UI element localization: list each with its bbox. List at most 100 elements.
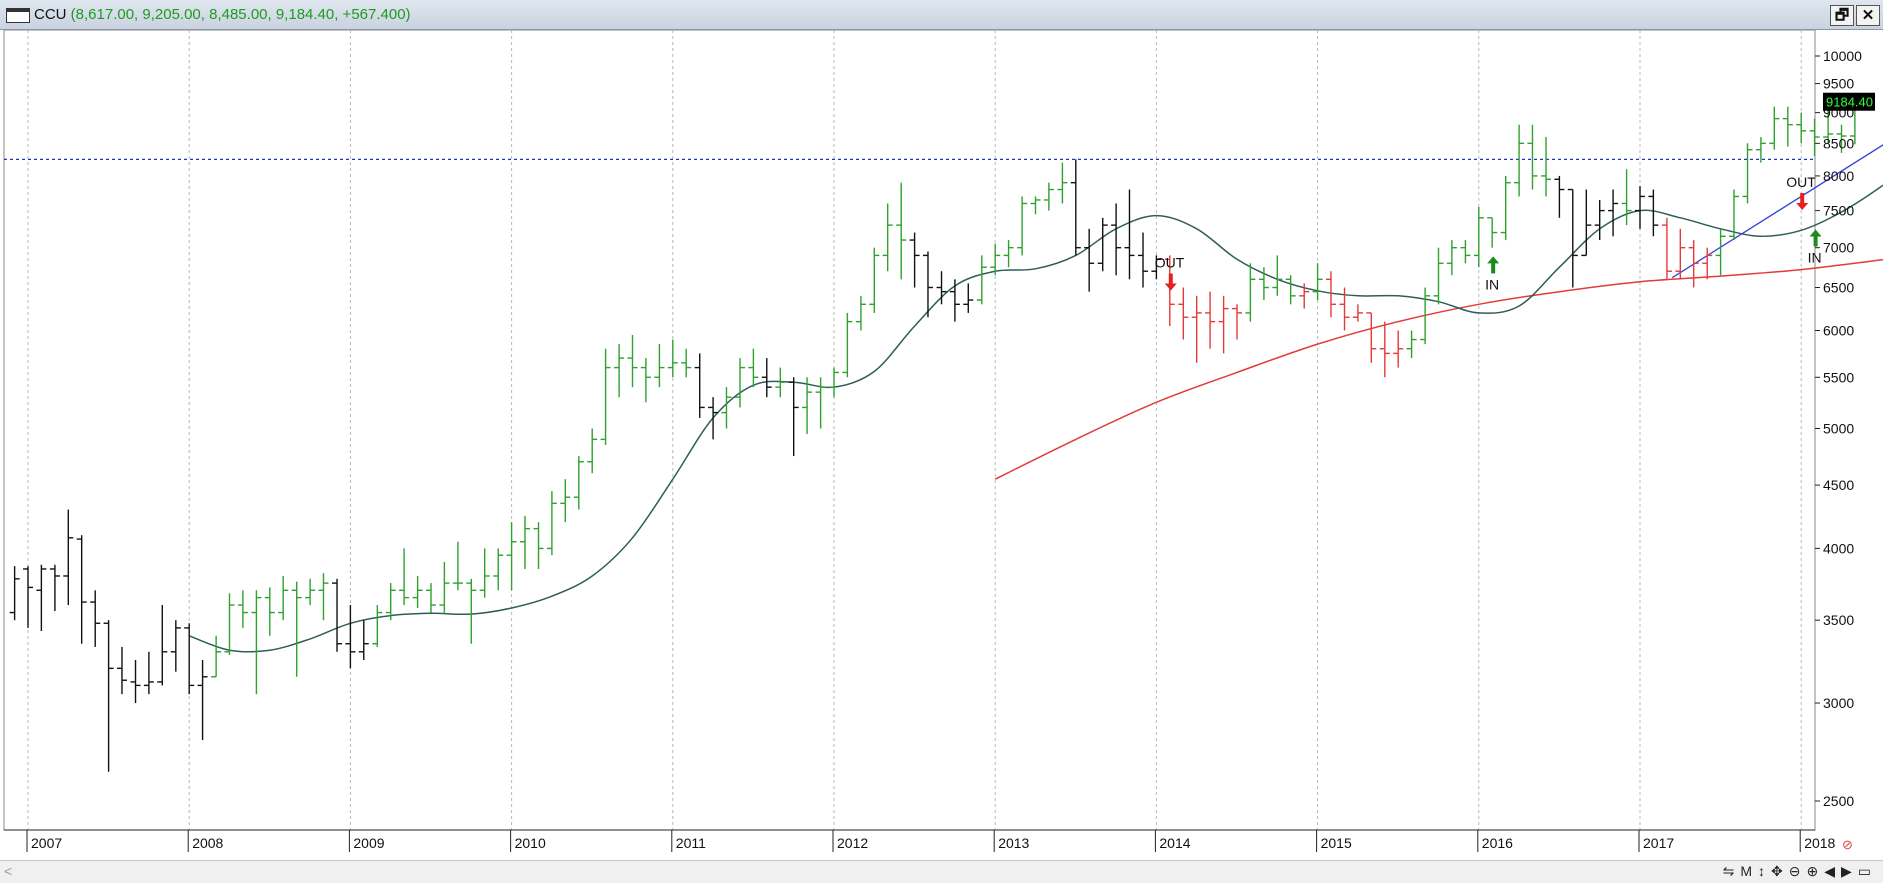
scroll-left-button[interactable]: <: [4, 863, 12, 879]
ohlc-bar: [909, 232, 920, 288]
y-tick-label: 2500: [1823, 793, 1854, 809]
close-button[interactable]: ✕: [1856, 5, 1880, 26]
ohlc-bar: [842, 312, 853, 378]
ohlc-bar: [627, 335, 638, 388]
ohlc-bar: [573, 456, 584, 510]
y-tick-label: 4500: [1823, 477, 1854, 493]
ohlc-bar: [587, 428, 598, 474]
ohlc-bar: [708, 397, 719, 440]
y-tick-label: 3500: [1823, 612, 1854, 628]
ohlc-bar: [1514, 124, 1525, 197]
ohlc-bar: [76, 535, 87, 644]
restore-button[interactable]: 🗗: [1830, 5, 1854, 26]
symbol-label: CCU: [34, 6, 67, 23]
signal-label: OUT: [1786, 174, 1816, 190]
x-tick-label: 2010: [515, 835, 546, 851]
ohlc-bar: [1272, 255, 1283, 296]
ohlc-bar: [1030, 196, 1041, 215]
ohlc-bar: [1205, 291, 1216, 349]
up-arrow-icon: [1809, 229, 1822, 247]
ohlc-bar: [130, 660, 141, 704]
ohlc-bar: [667, 339, 678, 378]
ohlc-bar: [963, 283, 974, 313]
ohlc-bar: [237, 590, 248, 628]
signal-label: OUT: [1155, 255, 1185, 271]
ohlc-bar: [9, 566, 20, 621]
crosshair-icon[interactable]: ✥: [1771, 863, 1789, 880]
ohlc-bar: [1473, 207, 1484, 268]
ohlc-bar: [426, 583, 436, 613]
ohlc-bar: [1245, 263, 1256, 322]
down-arrow-icon: [1164, 273, 1177, 291]
ohlc-bar: [949, 279, 960, 322]
zoom-in-icon[interactable]: ⊕: [1806, 863, 1824, 880]
ohlc-bar: [358, 620, 369, 661]
y-tick-label: 7500: [1823, 203, 1854, 219]
ohlc-bar: [869, 247, 880, 313]
ohlc-bar: [345, 605, 356, 669]
next-icon[interactable]: ▶: [1841, 863, 1858, 880]
x-tick-label: 2017: [1643, 835, 1674, 851]
ohlc-bar: [1393, 330, 1404, 368]
ohlc-bar: [1070, 159, 1081, 256]
signal-label: IN: [1485, 276, 1499, 292]
y-tick-label: 10000: [1823, 48, 1862, 64]
ohlc-bar: [1782, 106, 1793, 147]
in-signal: IN: [1485, 256, 1500, 292]
ohlc-bar: [560, 479, 571, 523]
ohlc-bar: [1111, 203, 1122, 276]
ohlc-bar: [143, 651, 154, 695]
ohlc-bar: [1796, 112, 1807, 144]
ohlc-bar: [748, 348, 759, 388]
ohlc-bar: [90, 590, 101, 647]
chart-toolbar: ⇋M↕✥⊖⊕◀▶▭: [1723, 863, 1877, 880]
ohlc-bar: [1352, 304, 1363, 322]
y-tick-label: 9500: [1823, 76, 1854, 92]
ohlc-bar: [479, 548, 490, 598]
ohlc-bar: [1675, 228, 1686, 280]
reset-icon[interactable]: ⇋: [1723, 863, 1741, 880]
ohlc-bar: [1084, 228, 1095, 292]
ohlc-bar: [305, 578, 316, 606]
chart-statusbar: < ⇋M↕✥⊖⊕◀▶▭: [0, 860, 1883, 883]
ohlc-bar: [1218, 295, 1229, 354]
short-moving-average-line: [188, 184, 1883, 653]
ohlc-bar: [1621, 169, 1632, 226]
y-tick-label: 5000: [1823, 421, 1854, 437]
ohlc-bar: [681, 348, 692, 378]
ohlc-bar: [546, 491, 557, 556]
expand-icon[interactable]: ▭: [1858, 863, 1877, 880]
zoom-out-icon[interactable]: ⊖: [1789, 863, 1807, 880]
prev-icon[interactable]: ◀: [1824, 863, 1841, 880]
m-icon[interactable]: M: [1740, 863, 1758, 879]
y-tick-label: 6500: [1823, 280, 1854, 296]
price-chart[interactable]: OUT IN OUT IN 2007 2008 2009 2010 2011 2012 2013 2…: [0, 30, 1883, 860]
y-tick-label: 3000: [1823, 695, 1854, 711]
ohlc-bar: [1124, 189, 1135, 280]
ohlc-bar: [882, 203, 893, 272]
no-entry-icon[interactable]: ⊘: [1842, 837, 1853, 852]
ohlc-bar: [1097, 217, 1108, 272]
signal-label: IN: [1808, 250, 1822, 266]
ohlc-bar: [493, 548, 504, 591]
ohlc-bar: [103, 620, 114, 772]
ohlc-bar: [1366, 312, 1377, 363]
ohlc-bar: [896, 182, 907, 280]
ohlc-bar: [1191, 295, 1202, 363]
ohlc-bar: [291, 581, 302, 677]
ohlc-bar: [224, 593, 235, 656]
window-icon[interactable]: [6, 8, 30, 23]
ohlc-bar: [23, 566, 33, 628]
ohlc-bar: [1635, 186, 1645, 229]
down-arrow-icon: [1796, 193, 1809, 211]
vertical-move-icon[interactable]: ↕: [1758, 863, 1771, 879]
ohlc-bar: [439, 562, 450, 613]
y-tick-label: 8500: [1823, 135, 1854, 151]
ohlc-bar: [802, 377, 813, 434]
ohlc-bar: [1648, 189, 1659, 237]
ohlc-bar: [829, 367, 839, 398]
ohlc-bar: [63, 509, 74, 606]
ohlc-bar: [197, 660, 208, 741]
ohlc-bar: [1608, 189, 1619, 237]
ohlc-bar: [640, 358, 651, 403]
